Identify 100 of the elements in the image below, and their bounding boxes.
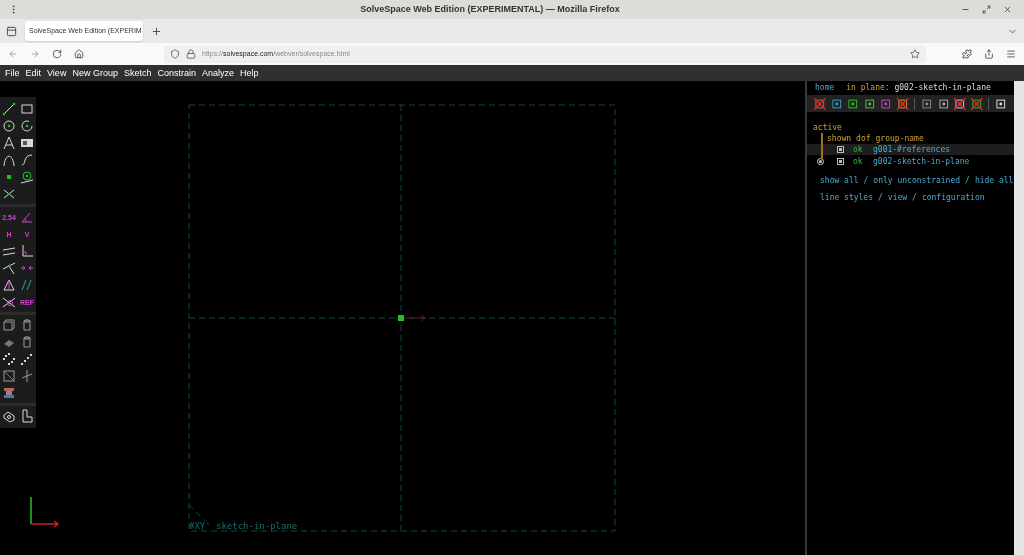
tool-button[interactable]: [1, 351, 17, 367]
workplane-label: #XY': [189, 521, 211, 531]
group-row[interactable]: ok g002-sketch-in-plane: [807, 156, 1014, 167]
cylinder-icon: [20, 318, 34, 332]
tool-button[interactable]: [1, 277, 17, 293]
dots-chain-icon: [20, 352, 34, 366]
separator-slash: /: [965, 177, 970, 185]
constraint-view-icon[interactable]: [862, 96, 877, 111]
stack-icon: [2, 386, 16, 400]
tool-button[interactable]: [1, 135, 17, 151]
dof-status: ok: [853, 145, 864, 154]
active-heading: active: [813, 123, 842, 132]
column-header: dof: [856, 135, 871, 143]
point-on-line-icon: [2, 261, 16, 275]
link-icon: [2, 409, 16, 423]
home-icon[interactable]: [74, 49, 84, 59]
tangent-circle-icon: [20, 170, 34, 184]
menu-item[interactable]: New Group: [72, 68, 118, 78]
outline-view-icon[interactable]: [953, 96, 967, 111]
separator-slash: /: [878, 194, 883, 202]
crossed-lines-icon: [2, 295, 16, 309]
normal-view-icon[interactable]: [829, 96, 844, 111]
tab-list-icon[interactable]: [6, 25, 17, 37]
dimension-view-icon[interactable]: [895, 96, 910, 111]
home-link[interactable]: home: [815, 84, 835, 92]
l-shape-icon: [20, 409, 34, 423]
tool-button[interactable]: [1, 260, 17, 276]
menu-item[interactable]: Analyze: [201, 68, 234, 78]
column-header: shown: [827, 135, 852, 143]
plane-icon: [20, 369, 34, 383]
window-title: SolveSpace Web Edition (EXPERIMENTAL) — Mozilla Firefox: [359, 2, 621, 16]
menu-item[interactable]: View: [47, 68, 67, 78]
tool-button[interactable]: [19, 118, 35, 134]
menu-item[interactable]: Constrain: [157, 68, 196, 78]
maximize-icon[interactable]: [982, 5, 991, 14]
line-icon: [2, 102, 16, 116]
intersect-icon: [2, 187, 16, 201]
menu-item[interactable]: File: [5, 68, 20, 78]
reload-icon[interactable]: [52, 49, 62, 59]
text-link[interactable]: show all: [820, 177, 859, 185]
letter-outline-icon: [2, 136, 16, 150]
group-label: sketch-in-plane: [216, 521, 298, 531]
cylinder-icon: [20, 335, 34, 349]
edges-view-icon[interactable]: [936, 96, 951, 111]
tool-button[interactable]: [1, 118, 17, 134]
tool-button[interactable]: [1, 101, 17, 117]
active-radio[interactable]: [817, 158, 824, 165]
curve-icon: [2, 153, 16, 167]
extension-icon[interactable]: [962, 49, 972, 59]
axis-gizmo: [30, 496, 60, 528]
menu-item[interactable]: Help: [240, 68, 259, 78]
tool-button[interactable]: [19, 351, 35, 367]
workplane-view-icon[interactable]: [813, 96, 827, 111]
shown-checkbox[interactable]: [837, 146, 844, 153]
in-plane-text: in plane: g002-sketch-in-plane: [846, 84, 991, 92]
tool-button[interactable]: [19, 408, 35, 424]
text-link[interactable]: configuration: [921, 194, 985, 202]
separator-slash: /: [912, 194, 917, 202]
menu-item[interactable]: Edit: [25, 68, 42, 78]
rectangle-icon: [20, 102, 34, 116]
new-tab-icon[interactable]: [151, 25, 162, 37]
dots-ring-icon: [2, 352, 16, 366]
text-link[interactable]: hide all: [974, 177, 1014, 185]
parallel-curves-icon: [20, 278, 34, 292]
normal-arrow: [403, 314, 427, 322]
tool-button[interactable]: [19, 152, 35, 168]
separator-slash: /: [863, 177, 869, 185]
cube-icon: [2, 318, 16, 332]
tool-button[interactable]: [1, 368, 17, 384]
shaded-view-icon[interactable]: [920, 96, 934, 111]
lock-icon[interactable]: [186, 49, 196, 59]
square-icon: [2, 369, 16, 383]
tool-button[interactable]: [1, 385, 17, 401]
arc-icon: [20, 119, 34, 133]
group-row[interactable]: ok g001-#references: [807, 144, 1014, 155]
group-name-link[interactable]: g001-#references: [873, 145, 951, 154]
construction-view-icon[interactable]: [879, 96, 893, 111]
text-link[interactable]: view: [887, 194, 908, 202]
mesh-view-icon[interactable]: [969, 96, 984, 111]
column-header: group-name: [875, 135, 924, 143]
point-view-icon[interactable]: [846, 96, 860, 111]
dof-status: ok: [853, 157, 864, 166]
spline-icon: [20, 153, 34, 167]
shown-checkbox[interactable]: [837, 158, 844, 165]
shield-icon[interactable]: [170, 49, 180, 59]
bookmark-star-icon[interactable]: [910, 49, 920, 59]
image-icon: [20, 136, 34, 150]
menu-item[interactable]: Sketch: [123, 68, 152, 78]
group-name-link[interactable]: g002-sketch-in-plane: [873, 157, 970, 166]
scrollbar[interactable]: [1014, 81, 1024, 555]
angle-icon: [20, 210, 34, 224]
perpendicular-icon: [20, 244, 34, 258]
box-view-icon[interactable]: [994, 96, 1008, 111]
close-icon[interactable]: [1003, 5, 1012, 14]
text-link[interactable]: line styles: [820, 194, 873, 202]
text-link[interactable]: only unconstrained: [873, 177, 961, 185]
circle-icon: [2, 119, 16, 133]
share-icon[interactable]: [984, 49, 994, 59]
parallel-icon: [2, 244, 16, 258]
tool-button[interactable]: [19, 169, 35, 185]
